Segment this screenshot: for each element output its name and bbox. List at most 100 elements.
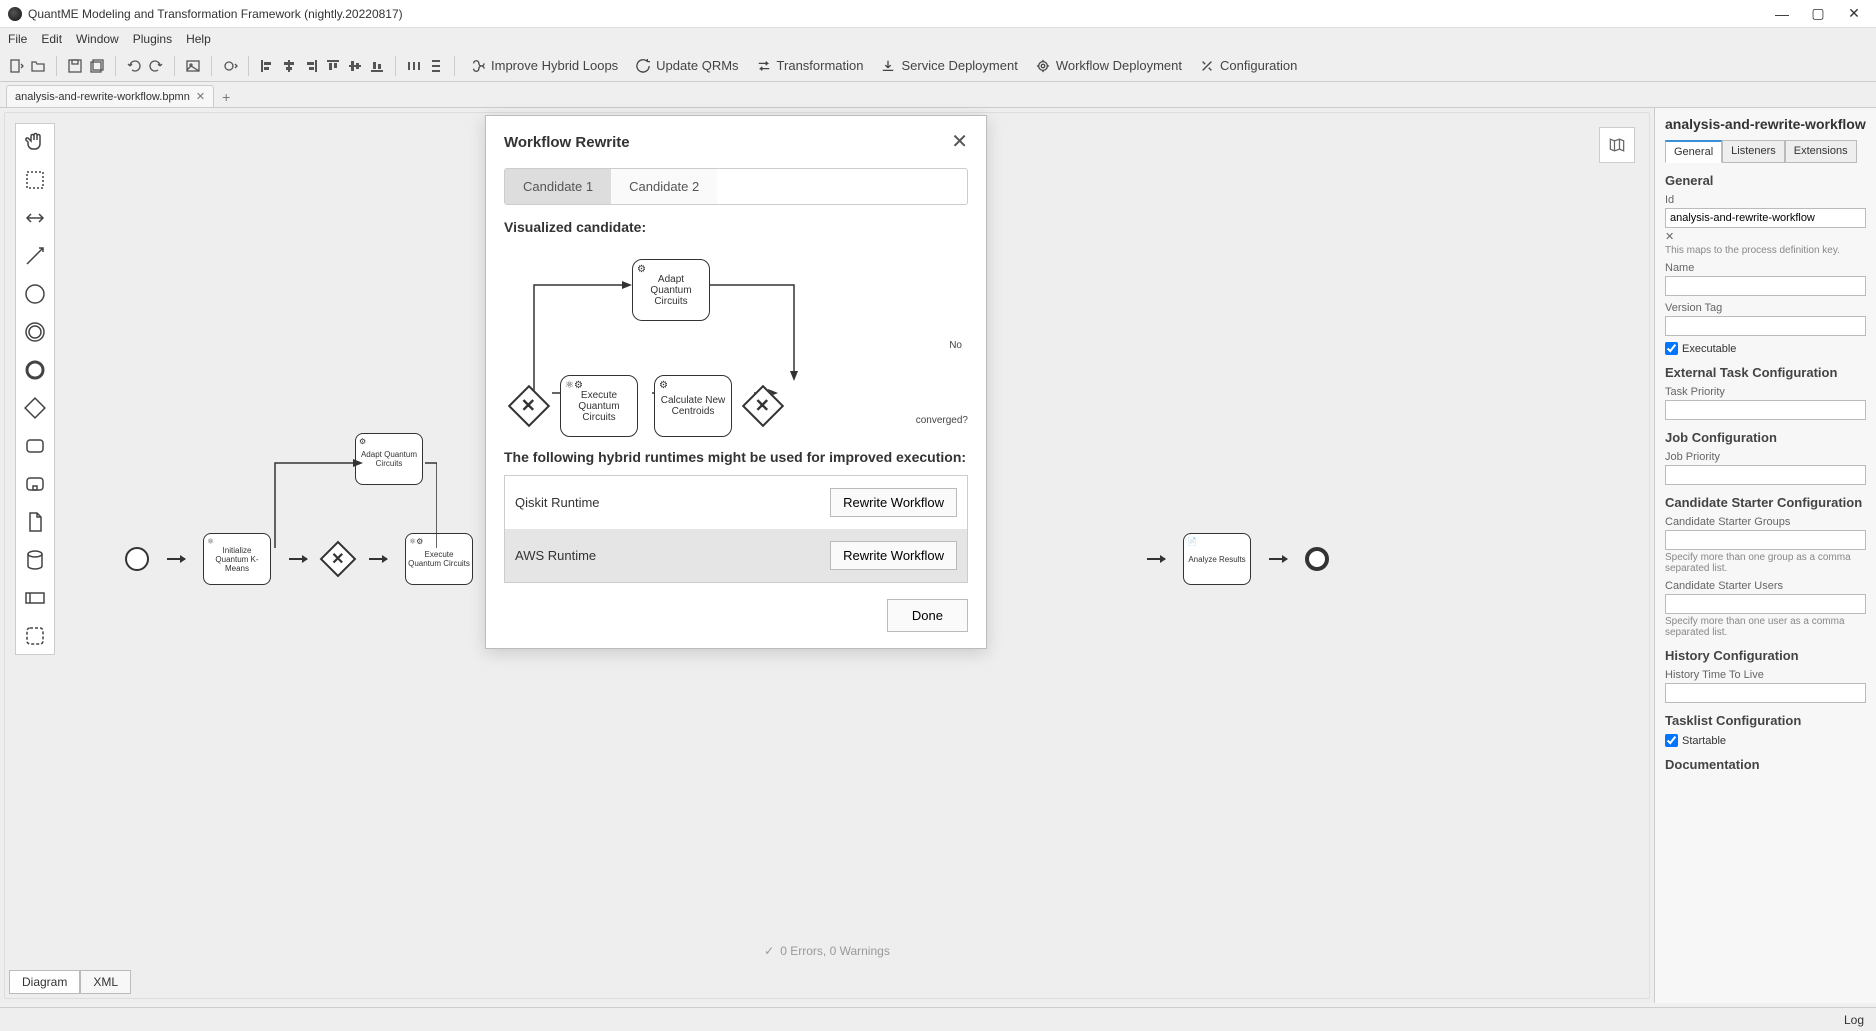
align-bottom-icon[interactable]	[369, 58, 385, 74]
improve-hybrid-loops-button[interactable]: Improve Hybrid Loops	[465, 55, 624, 76]
menu-help[interactable]: Help	[186, 32, 211, 46]
validation-status: ✓ 0 Errors, 0 Warnings	[764, 944, 890, 958]
minimize-icon[interactable]: —	[1776, 8, 1788, 20]
space-tool-icon[interactable]	[23, 206, 47, 230]
dialog-close-icon[interactable]: ✕	[951, 132, 968, 152]
check-icon: ✓	[764, 944, 774, 958]
align-center-icon[interactable]	[281, 58, 297, 74]
element-palette	[15, 123, 55, 655]
properties-panel: Properties Panel analysis-and-rewrite-wo…	[1654, 108, 1876, 1003]
prop-tab-listeners[interactable]: Listeners	[1722, 140, 1785, 163]
executable-label: Executable	[1682, 343, 1736, 355]
gateway-icon[interactable]	[23, 396, 47, 420]
subprocess-icon[interactable]	[23, 472, 47, 496]
end-event[interactable]	[1305, 547, 1329, 571]
task-icon[interactable]	[23, 434, 47, 458]
save-all-icon[interactable]	[89, 58, 105, 74]
id-field[interactable]	[1665, 208, 1866, 228]
status-bar: Log	[0, 1007, 1876, 1031]
window-title: QuantME Modeling and Transformation Fram…	[28, 7, 403, 21]
editor-mode-tabs: Diagram XML	[9, 970, 131, 994]
candidate-tab-2[interactable]: Candidate 2	[611, 169, 717, 204]
save-icon[interactable]	[67, 58, 83, 74]
connect-tool-icon[interactable]	[23, 244, 47, 268]
starter-users-field[interactable]	[1665, 594, 1866, 614]
file-tab-active[interactable]: analysis-and-rewrite-workflow.bpmn ✕	[6, 85, 214, 107]
candidate-tab-1[interactable]: Candidate 1	[505, 169, 611, 204]
executable-checkbox[interactable]	[1665, 342, 1678, 355]
id-clear[interactable]: ✕	[1665, 230, 1866, 243]
update-qrms-button[interactable]: Update QRMs	[630, 55, 744, 76]
done-button[interactable]: Done	[887, 599, 968, 632]
dialog-title: Workflow Rewrite	[504, 134, 630, 151]
file-tab-strip: analysis-and-rewrite-workflow.bpmn ✕ +	[0, 82, 1876, 108]
service-deployment-button[interactable]: Service Deployment	[875, 55, 1023, 76]
distribute-h-icon[interactable]	[406, 58, 422, 74]
align-right-icon[interactable]	[303, 58, 319, 74]
menu-bar: File Edit Window Plugins Help	[0, 28, 1876, 50]
name-label: Name	[1665, 262, 1866, 274]
close-tab-icon[interactable]: ✕	[196, 90, 205, 103]
rewrite-button-aws[interactable]: Rewrite Workflow	[830, 541, 957, 570]
task-priority-field[interactable]	[1665, 400, 1866, 420]
workflow-deployment-button[interactable]: Workflow Deployment	[1030, 55, 1188, 76]
menu-edit[interactable]: Edit	[41, 32, 62, 46]
start-event[interactable]	[125, 547, 149, 571]
data-object-icon[interactable]	[23, 510, 47, 534]
settings-dropdown-icon[interactable]	[222, 58, 238, 74]
distribute-v-icon[interactable]	[428, 58, 444, 74]
align-middle-icon[interactable]	[347, 58, 363, 74]
gateway-merge[interactable]: ✕	[320, 541, 357, 578]
menu-file[interactable]: File	[8, 32, 27, 46]
prop-tab-general[interactable]: General	[1665, 140, 1722, 163]
task-initialize[interactable]: ⚛Initialize Quantum K-Means	[203, 533, 271, 585]
startable-checkbox[interactable]	[1665, 734, 1678, 747]
task-execute[interactable]: ⚛⚙Execute Quantum Circuits	[405, 533, 473, 585]
starter-groups-help: Specify more than one group as a comma s…	[1665, 552, 1866, 574]
close-window-icon[interactable]: ✕	[1848, 8, 1860, 20]
intermediate-event-icon[interactable]	[23, 320, 47, 344]
properties-title: analysis-and-rewrite-workflow	[1665, 116, 1866, 132]
version-label: Version Tag	[1665, 302, 1866, 314]
transformation-button[interactable]: Transformation	[751, 55, 870, 76]
add-tab-button[interactable]: +	[214, 87, 238, 107]
new-file-icon[interactable]	[8, 58, 24, 74]
log-button[interactable]: Log	[1844, 1013, 1864, 1027]
starter-groups-field[interactable]	[1665, 530, 1866, 550]
end-event-icon[interactable]	[23, 358, 47, 382]
align-top-icon[interactable]	[325, 58, 341, 74]
version-field[interactable]	[1665, 316, 1866, 336]
hand-tool-icon[interactable]	[23, 130, 47, 154]
name-field[interactable]	[1665, 276, 1866, 296]
tab-diagram[interactable]: Diagram	[9, 970, 80, 994]
history-ttl-field[interactable]	[1665, 683, 1866, 703]
pool-icon[interactable]	[23, 586, 47, 610]
image-icon[interactable]	[185, 58, 201, 74]
properties-panel-toggle[interactable]: Properties Panel	[1654, 358, 1655, 458]
minimap-toggle[interactable]	[1599, 127, 1635, 163]
rewrite-button-qiskit[interactable]: Rewrite Workflow	[830, 488, 957, 517]
viz-task-execute: ⚛⚙Execute Quantum Circuits	[560, 375, 638, 437]
start-event-icon[interactable]	[23, 282, 47, 306]
redo-icon[interactable]	[148, 58, 164, 74]
undo-icon[interactable]	[126, 58, 142, 74]
menu-window[interactable]: Window	[76, 32, 119, 46]
group-icon[interactable]	[23, 624, 47, 648]
task-adapt-bg[interactable]: ⚙Adapt Quantum Circuits	[355, 433, 423, 485]
startable-label: Startable	[1682, 735, 1726, 747]
visualized-heading: Visualized candidate:	[504, 219, 968, 235]
data-store-icon[interactable]	[23, 548, 47, 572]
app-icon	[8, 7, 22, 21]
starter-groups-label: Candidate Starter Groups	[1665, 516, 1866, 528]
maximize-icon[interactable]: ▢	[1812, 8, 1824, 20]
configuration-button[interactable]: Configuration	[1194, 55, 1303, 76]
align-left-icon[interactable]	[259, 58, 275, 74]
prop-tab-extensions[interactable]: Extensions	[1785, 140, 1857, 163]
job-priority-field[interactable]	[1665, 465, 1866, 485]
open-file-icon[interactable]	[30, 58, 46, 74]
tab-xml[interactable]: XML	[80, 970, 131, 994]
task-analyze[interactable]: 📄Analyze Results	[1183, 533, 1251, 585]
menu-plugins[interactable]: Plugins	[133, 32, 172, 46]
configuration-label: Configuration	[1220, 58, 1297, 73]
lasso-tool-icon[interactable]	[23, 168, 47, 192]
